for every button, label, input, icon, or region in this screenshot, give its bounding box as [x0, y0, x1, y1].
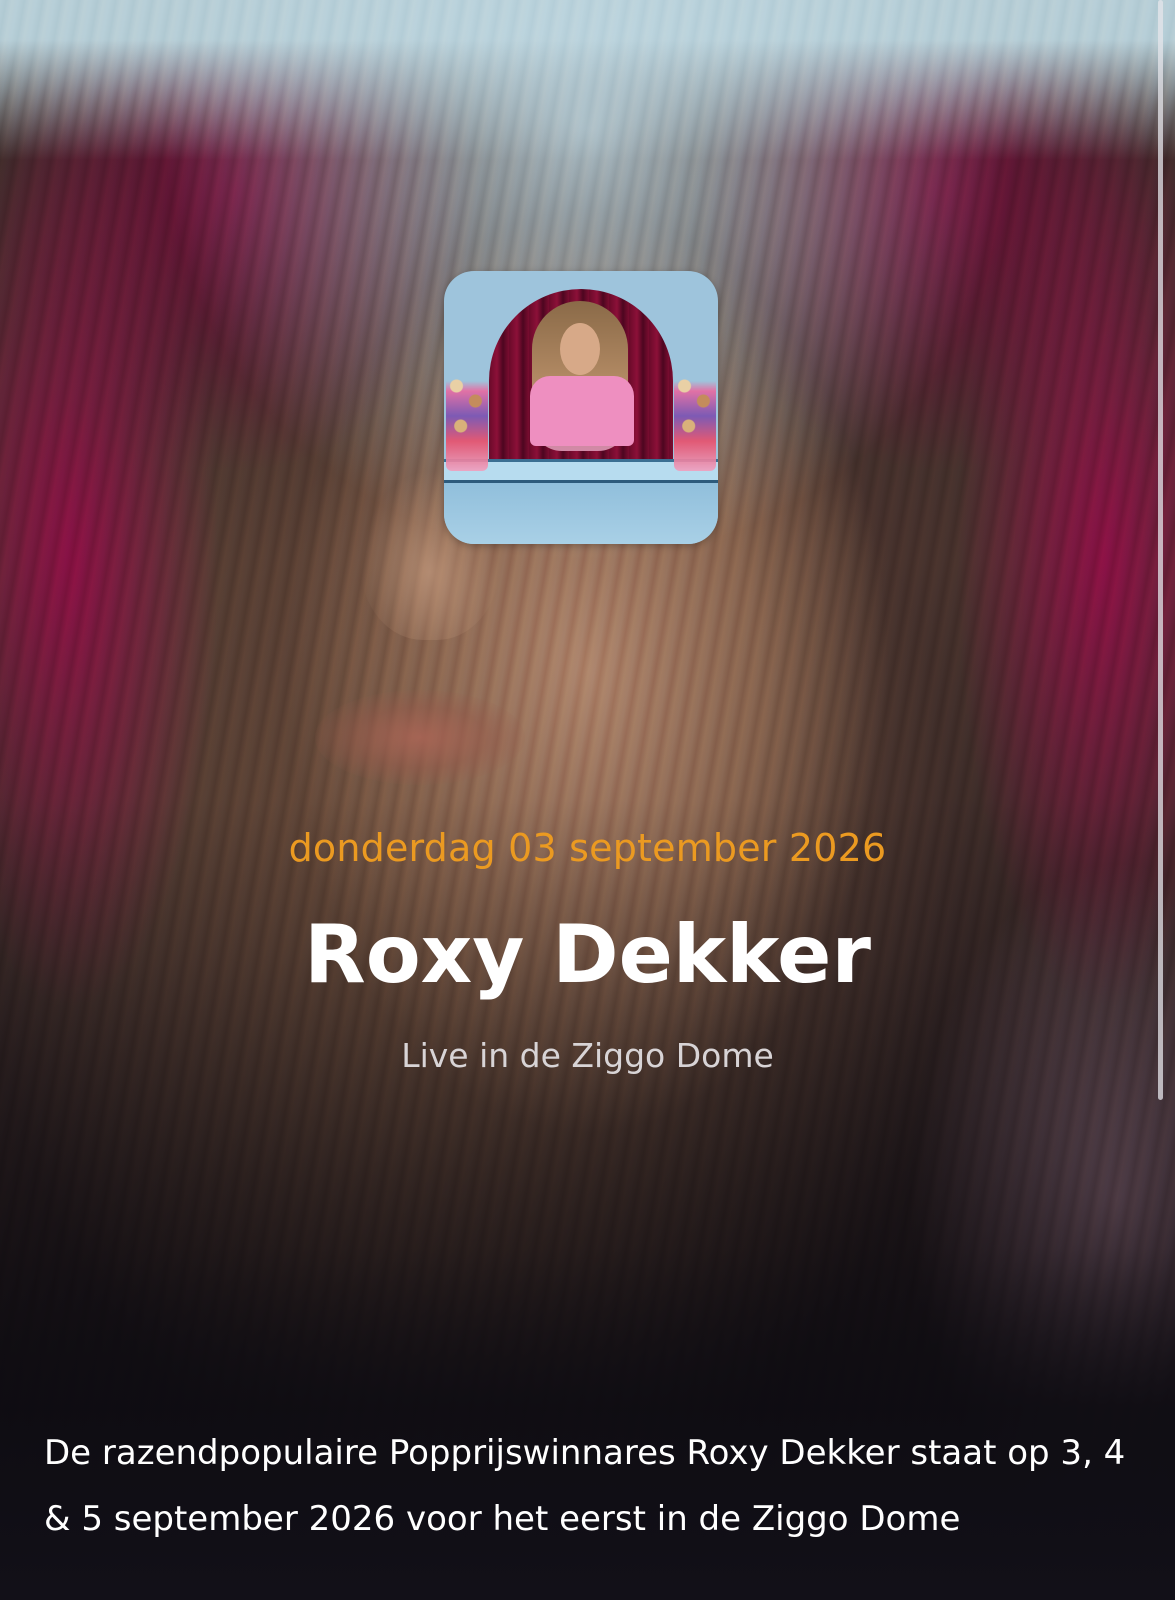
cover-dolls-left [446, 371, 488, 471]
venue-subtitle: Live in de Ziggo Dome [401, 1036, 774, 1075]
hero-face-detail [315, 690, 525, 785]
artist-title: Roxy Dekker [304, 908, 871, 1001]
cover-person-face [560, 323, 600, 375]
event-description: De razendpopulaire Popprijswinnares Roxy… [44, 1433, 1126, 1539]
album-cover-image[interactable] [444, 271, 718, 544]
event-page: donderdag 03 september 2026 Roxy Dekker … [0, 0, 1175, 1600]
hero-background-image [0, 0, 1175, 1600]
cover-floor [444, 480, 718, 544]
cover-dolls-right [674, 371, 716, 471]
cover-person-shirt [530, 376, 634, 446]
event-date: donderdag 03 september 2026 [288, 826, 887, 870]
